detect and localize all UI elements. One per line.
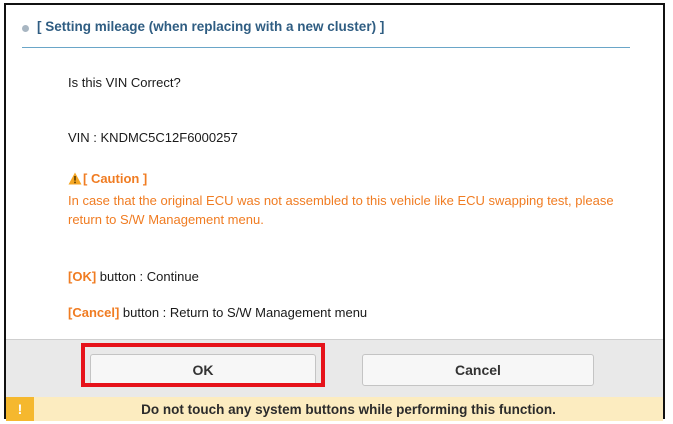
button-bar: OK Cancel: [6, 339, 663, 398]
warning-triangle-icon: [68, 172, 82, 185]
section-title: [ Setting mileage (when replacing with a…: [37, 19, 385, 34]
ok-button[interactable]: OK: [90, 354, 316, 386]
caution-title: [ Caution ]: [83, 171, 148, 186]
cancel-instruction: [Cancel] button : Return to S/W Manageme…: [68, 305, 367, 320]
section-header: [ Setting mileage (when replacing with a…: [22, 19, 630, 48]
vin-question: Is this VIN Correct?: [68, 75, 181, 90]
bullet-icon: [22, 25, 29, 32]
cancel-key-label: [Cancel]: [68, 305, 120, 320]
warning-bar: ! Do not touch any system buttons while …: [6, 397, 663, 421]
cancel-button[interactable]: Cancel: [362, 354, 594, 386]
exclamation-icon: !: [6, 397, 34, 421]
ok-instruction-text: button : Continue: [96, 269, 199, 284]
dialog-frame: [ Setting mileage (when replacing with a…: [4, 3, 665, 421]
vin-value: VIN : KNDMC5C12F6000257: [68, 130, 238, 145]
caution-text: In case that the original ECU was not as…: [68, 193, 614, 227]
ok-instruction: [OK] button : Continue: [68, 269, 199, 284]
warning-text: Do not touch any system buttons while pe…: [141, 401, 556, 417]
ok-key-label: [OK]: [68, 269, 97, 284]
cancel-instruction-text: button : Return to S/W Management menu: [119, 305, 368, 320]
caution-heading: [ Caution ]: [68, 171, 147, 186]
